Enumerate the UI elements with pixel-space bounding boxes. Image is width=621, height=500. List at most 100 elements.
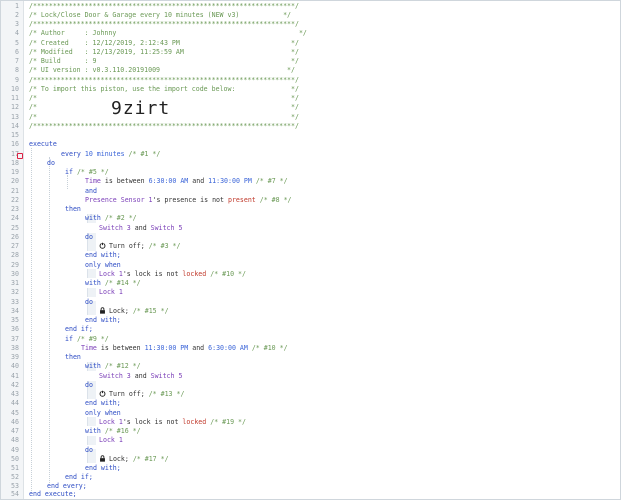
code-line: 33 do: [11, 298, 93, 307]
code-line: 28 end with;: [11, 251, 121, 260]
device-presence-sensor[interactable]: Presence Sensor 1: [85, 196, 153, 204]
comment: /* #1 */: [128, 150, 161, 158]
code-line: 54 end execute;: [11, 490, 77, 499]
time-operand[interactable]: Time: [85, 177, 101, 185]
time-operand[interactable]: Time: [81, 344, 97, 352]
operator[interactable]: is not: [155, 418, 179, 426]
kw-end-if[interactable]: end if;: [65, 473, 93, 482]
kw-do[interactable]: do: [85, 233, 93, 242]
comment: /* #2 */: [104, 214, 137, 222]
code-line: 48 Lock 1: [11, 436, 123, 445]
operator[interactable]: is not: [155, 270, 179, 278]
attribute: 's lock: [122, 270, 151, 278]
device-lock-1[interactable]: Lock 1: [99, 418, 123, 426]
value-locked[interactable]: locked: [182, 270, 206, 278]
time-value[interactable]: 6:30:00 AM: [208, 344, 248, 352]
kw-do[interactable]: do: [85, 298, 93, 307]
device-switch-5[interactable]: Switch 5: [151, 224, 183, 232]
kw-if[interactable]: if: [65, 335, 73, 343]
value-present[interactable]: present: [228, 196, 256, 204]
kw-with[interactable]: with: [85, 214, 101, 222]
code-line: 26 do: [11, 233, 93, 242]
code-line: 1/**************************************…: [15, 2, 299, 10]
code-line: 27 Turn off; /* #3 */: [11, 242, 181, 250]
code-line: 4/* Author : Johnny */: [15, 29, 307, 37]
kw-only-when[interactable]: only when: [85, 261, 121, 270]
header-author: /* Author : Johnny */: [29, 29, 307, 37]
kw-end-with[interactable]: end with;: [85, 399, 121, 408]
code-line: 45 only when: [11, 409, 121, 418]
kw-then[interactable]: then: [65, 353, 81, 362]
kw-do[interactable]: do: [85, 446, 93, 455]
header-border: /***************************************…: [29, 76, 299, 84]
code-line: 49 do: [11, 446, 93, 455]
operator[interactable]: is between: [101, 344, 141, 352]
code-line: 47 with /* #16 */: [11, 427, 141, 435]
comment: /* #9 */: [76, 335, 109, 343]
device-switch-5[interactable]: Switch 5: [151, 372, 183, 380]
kw-and[interactable]: and: [85, 187, 97, 196]
device-lock-1[interactable]: Lock 1: [99, 270, 123, 278]
time-value[interactable]: 6:30:00 AM: [149, 177, 189, 185]
code-line: 20 Time is between 6:30:00 AM and 11:30:0…: [11, 177, 288, 185]
operator[interactable]: is not: [200, 196, 224, 204]
every-interval[interactable]: 10 minutes: [85, 150, 125, 158]
kw-end-with[interactable]: end with;: [85, 464, 121, 473]
code-line: 21 and: [11, 187, 97, 196]
command-lock[interactable]: Lock;: [109, 455, 129, 463]
code-line: 43 Turn off; /* #13 */: [11, 390, 185, 398]
kw-do[interactable]: do: [47, 159, 55, 168]
code-line: 24 with /* #2 */: [11, 214, 137, 222]
code-line: 10/* To import this piston, use the impo…: [11, 85, 299, 93]
command-turn-off[interactable]: Turn off;: [109, 242, 145, 250]
kw-with[interactable]: with: [85, 427, 101, 435]
code-line: 19 if /* #5 */: [11, 168, 109, 176]
comment: /* #14 */: [104, 279, 141, 287]
kw-with[interactable]: with: [85, 279, 101, 287]
code-line: 34 Lock; /* #15 */: [11, 307, 169, 315]
kw-do[interactable]: do: [85, 381, 93, 390]
operator: and: [192, 177, 205, 185]
kw-end-execute[interactable]: end execute;: [29, 490, 77, 499]
command-turn-off[interactable]: Turn off;: [109, 390, 145, 398]
kw-execute[interactable]: execute: [29, 140, 57, 149]
operator: and: [192, 344, 205, 352]
device-lock-1[interactable]: Lock 1: [99, 436, 123, 445]
kw-end-with[interactable]: end with;: [85, 316, 121, 325]
kw-end-if[interactable]: end if;: [65, 325, 93, 334]
code-line: 41 Switch 3 and Switch 5: [11, 372, 183, 380]
kw-every[interactable]: every: [61, 150, 81, 158]
device-switch-3[interactable]: Switch 3: [99, 372, 131, 380]
code-line: 32 Lock 1: [11, 288, 123, 297]
comment: /* #12 */: [104, 362, 141, 370]
import-code[interactable]: 9zirt: [111, 98, 170, 119]
time-value[interactable]: 11:30:00 PM: [145, 344, 189, 352]
power-icon: [99, 390, 106, 397]
value-locked[interactable]: locked: [182, 418, 206, 426]
code-line: 25 Switch 3 and Switch 5: [11, 224, 183, 232]
code-line: 14/*************************************…: [11, 122, 299, 130]
kw-with[interactable]: with: [85, 362, 101, 370]
code-line: 12/* */: [11, 103, 299, 111]
code-line: 30 Lock 1's lock is not locked /* #10 */: [11, 270, 246, 278]
kw-then[interactable]: then: [65, 205, 81, 214]
attribute: 's presence: [152, 196, 197, 204]
header-border: /***************************************…: [29, 122, 299, 130]
code-line: 42 do: [11, 381, 93, 390]
device-lock-1[interactable]: Lock 1: [99, 288, 123, 297]
attribute: 's lock: [122, 418, 151, 426]
kw-end-with[interactable]: end with;: [85, 251, 121, 260]
header-border: /***************************************…: [29, 20, 299, 28]
code-line: 3/**************************************…: [15, 20, 299, 28]
code-line: 2/* Lock/Close Door & Garage every 10 mi…: [15, 11, 292, 19]
code-line: 6/* Modified : 12/13/2019, 11:25:59 AM *…: [15, 48, 299, 56]
kw-if[interactable]: if: [65, 168, 73, 176]
operator[interactable]: is between: [105, 177, 145, 185]
time-value[interactable]: 11:30:00 PM: [208, 177, 252, 185]
device-switch-3[interactable]: Switch 3: [99, 224, 131, 232]
kw-only-when[interactable]: only when: [85, 409, 121, 418]
comment: /* #8 */: [259, 196, 292, 204]
command-lock[interactable]: Lock;: [109, 307, 129, 315]
code-line: 9/**************************************…: [15, 76, 299, 84]
code-line: 46 Lock 1's lock is not locked /* #19 */: [11, 418, 246, 426]
